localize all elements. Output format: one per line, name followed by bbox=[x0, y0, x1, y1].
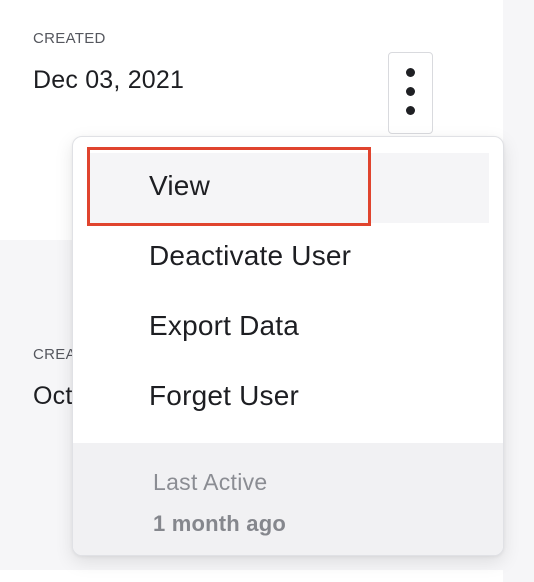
menu-item-label: Export Data bbox=[149, 310, 300, 341]
user-card-next bbox=[0, 570, 503, 582]
created-label: CREA bbox=[33, 346, 76, 363]
menu-item-label: Deactivate User bbox=[149, 240, 352, 271]
more-vertical-icon-dot bbox=[406, 87, 415, 96]
users-page: CREATED Dec 03, 2021 CREA Oct View Deact… bbox=[0, 0, 534, 582]
hover-background bbox=[87, 153, 489, 223]
last-active-label: Last Active bbox=[153, 469, 268, 495]
menu-item-label: View bbox=[149, 170, 210, 201]
menu-item-forget-user[interactable]: Forget User bbox=[73, 361, 503, 431]
more-vertical-icon-dot bbox=[406, 106, 415, 115]
menu-item-export-data[interactable]: Export Data bbox=[73, 291, 503, 361]
more-vertical-icon bbox=[406, 68, 415, 77]
last-active-section: Last Active 1 month ago bbox=[73, 443, 503, 555]
created-date: Oct bbox=[33, 382, 73, 410]
created-date: Dec 03, 2021 bbox=[33, 66, 185, 94]
last-active-value: 1 month ago bbox=[153, 511, 286, 536]
menu-item-view[interactable]: View bbox=[73, 147, 503, 226]
menu-item-deactivate-user[interactable]: Deactivate User bbox=[73, 221, 503, 291]
created-label: CREATED bbox=[33, 30, 106, 47]
more-actions-button[interactable] bbox=[388, 52, 433, 134]
user-actions-dropdown: View Deactivate User Export Data Forget … bbox=[72, 136, 504, 556]
menu-item-label: Forget User bbox=[149, 380, 300, 411]
